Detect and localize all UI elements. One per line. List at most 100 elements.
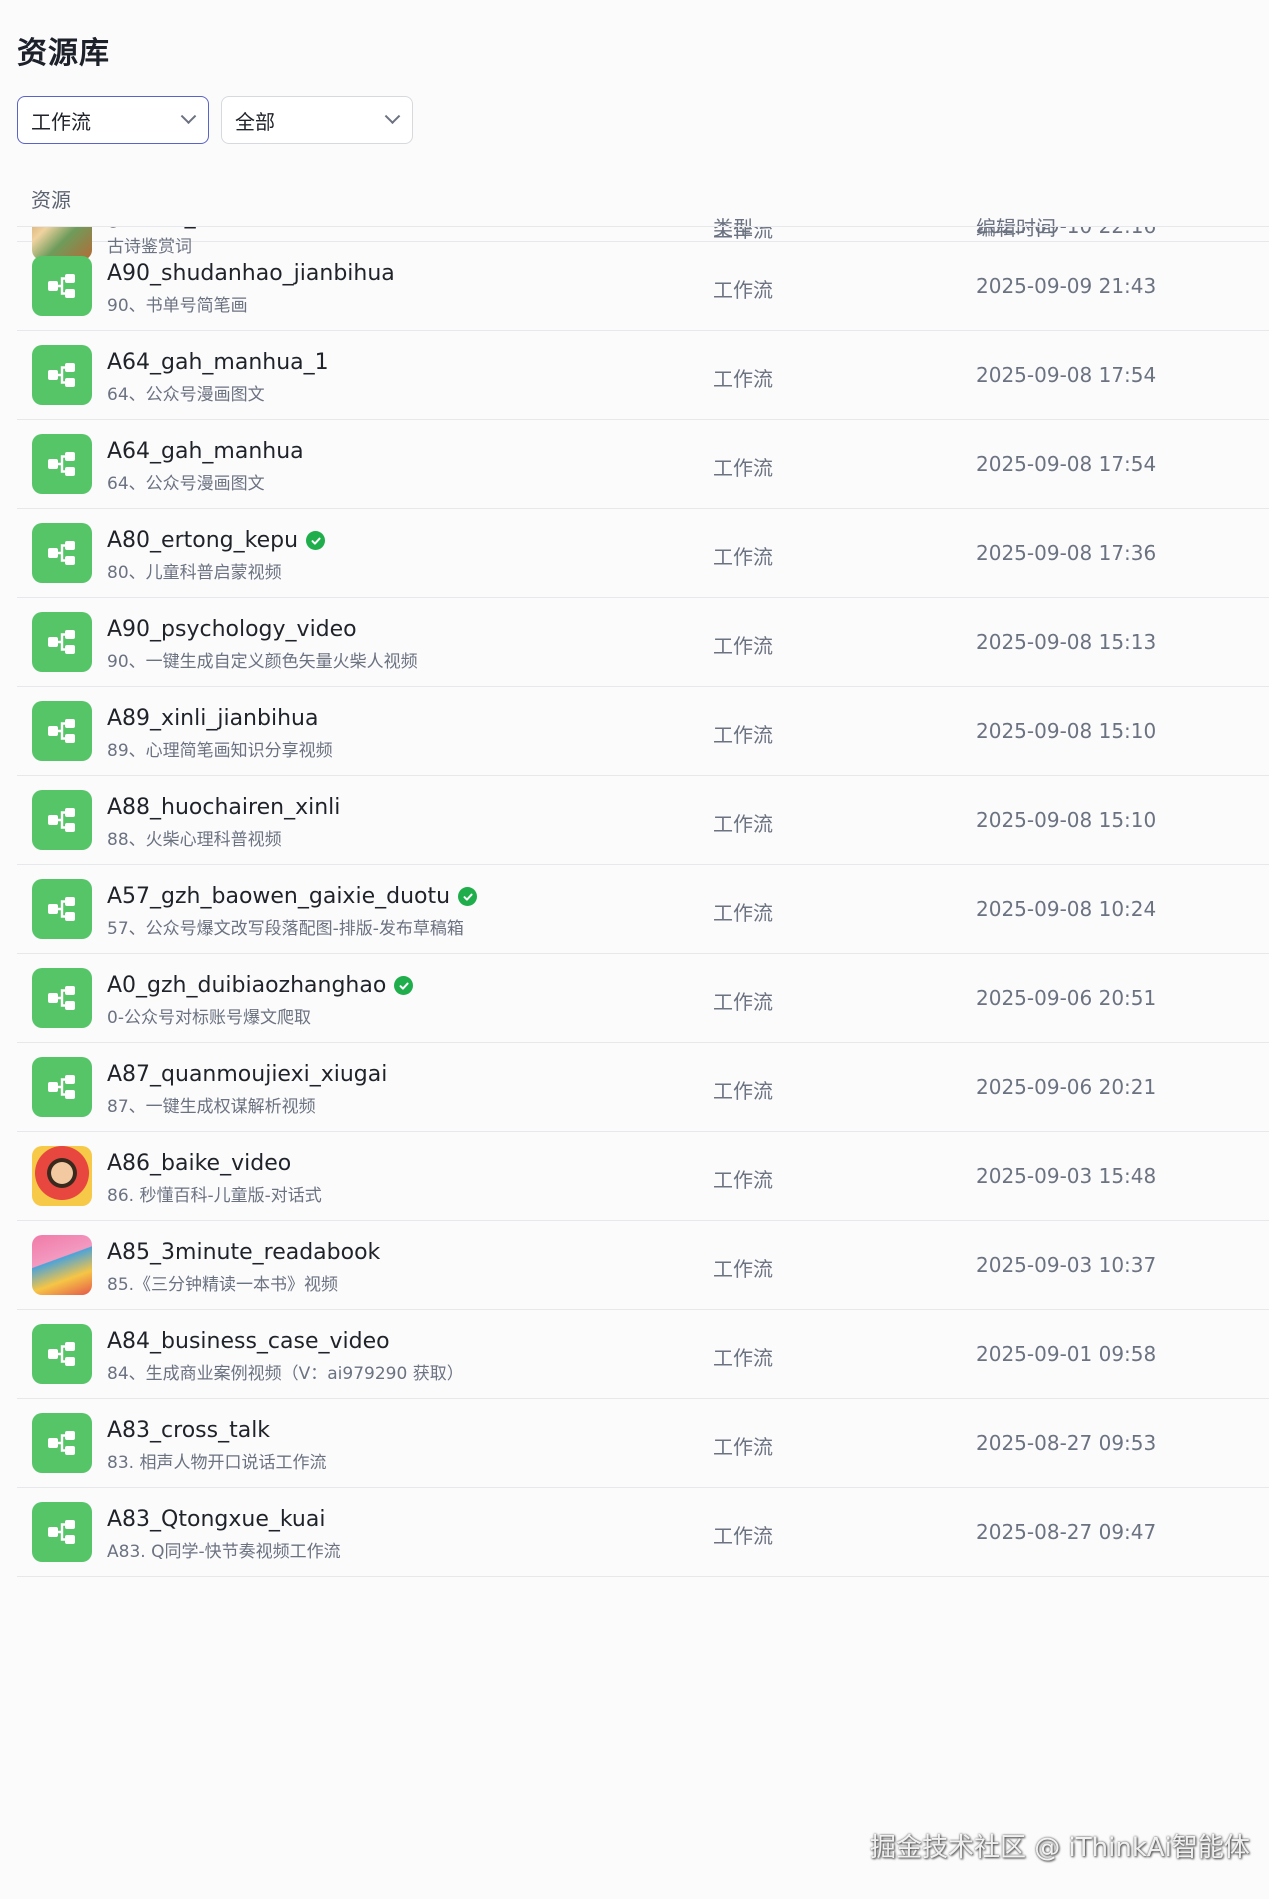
resource-type: 工作流 [713, 634, 773, 658]
edited-time: 2025-09-09 21:43 [976, 274, 1157, 298]
table-row[interactable]: A83_Qtongxue_kuai A83. Q同学-快节奏视频工作流 工作流 202… [17, 1488, 1269, 1577]
table-row[interactable]: A88_huochairen_xinli 88、火柴心理科普视频 工作流 2025-0… [17, 776, 1269, 865]
page-header: 资源库 工作流 全部 资源 类型 编辑时间 [0, 0, 1269, 240]
table-row[interactable]: A90_shudanhao_jianbihua 90、书单号简笔画 工作流 2025-… [17, 242, 1269, 331]
resource-name[interactable]: A83_cross_talk [107, 1418, 270, 1443]
resource-name[interactable]: A64_gah_manhua [107, 439, 304, 464]
edited-time: 2025-09-08 15:10 [976, 719, 1157, 743]
table-row[interactable]: A90_psychology_video 90、一键生成自定义颜色矢量火柴人视频 工… [17, 598, 1269, 687]
page-title: 资源库 [17, 36, 110, 71]
verified-check-icon [458, 887, 478, 906]
resource-name[interactable]: A83_Qtongxue_kuai [107, 1507, 325, 1532]
resource-type: 工作流 [713, 901, 773, 925]
table-row[interactable]: A0_gzh_duibiaozhanghao 0-公众号对标账号爆文爬取 工作流 20… [17, 954, 1269, 1043]
resource-name[interactable]: A89_xinli_jianbihua [107, 706, 318, 731]
workflow-icon [32, 1413, 92, 1473]
resource-description: 89、心理简笔画知识分享视频 [107, 741, 333, 761]
edited-time: 2025-08-27 09:47 [976, 1520, 1157, 1544]
resource-name[interactable]: A88_huochairen_xinli [107, 795, 340, 820]
verified-check-icon [306, 531, 326, 550]
header-divider [17, 226, 1269, 227]
edited-time: 2025-08-27 09:53 [976, 1431, 1157, 1455]
table-header: 资源 类型 编辑时间 [17, 172, 1269, 240]
resource-name-text: A90_shudanhao_jianbihua [107, 261, 395, 286]
resource-description: A83. Q同学-快节奏视频工作流 [107, 1542, 341, 1562]
resource-name-text: A80_ertong_kepu [107, 528, 299, 553]
resource-name-text: A0_gzh_duibiaozhanghao [107, 973, 387, 998]
scope-filter-select[interactable]: 全部 [221, 96, 413, 144]
resource-name-text: A83_cross_talk [107, 1418, 271, 1443]
workflow-icon [32, 879, 92, 939]
table-row[interactable]: A83_cross_talk 83. 相声人物开口说话工作流 工作流 2025-08-… [17, 1399, 1269, 1488]
table-row[interactable]: A80_ertong_kepu 80、儿童科普启蒙视频 工作流 2025-09-08 … [17, 509, 1269, 598]
resource-description: 57、公众号爆文改写段落配图-排版-发布草稿箱 [107, 919, 464, 939]
workflow-icon [32, 968, 92, 1028]
edited-time: 2025-09-08 17:36 [976, 541, 1157, 565]
resource-type: 工作流 [713, 278, 773, 302]
resource-type: 工作流 [713, 367, 773, 391]
resource-type: 工作流 [713, 456, 773, 480]
resource-description: 80、儿童科普启蒙视频 [107, 563, 282, 583]
resource-name[interactable]: A85_3minute_readabook [107, 1240, 380, 1265]
edited-time: 2025-09-08 17:54 [976, 452, 1157, 476]
resource-name[interactable]: A90_psychology_video [107, 617, 357, 642]
workflow-icon [32, 345, 92, 405]
column-header-resource: 资源 [31, 188, 71, 212]
table-row[interactable]: A84_business_case_video 84、生成商业案例视频（V：ai9… [17, 1310, 1269, 1399]
edited-time: 2025-09-08 17:54 [976, 363, 1157, 387]
resource-description: 0-公众号对标账号爆文爬取 [107, 1008, 311, 1028]
resource-description: 64、公众号漫画图文 [107, 385, 265, 405]
resource-name[interactable]: A64_gah_manhua_1 [107, 350, 329, 375]
table-row[interactable]: A87_quanmoujiexi_xiugai 87、一键生成权谋解析视频 工作流 2… [17, 1043, 1269, 1132]
resource-name-text: A64_gah_manhua_1 [107, 350, 329, 375]
workflow-icon [32, 434, 92, 494]
resource-description: 87、一键生成权谋解析视频 [107, 1097, 316, 1117]
table-row[interactable]: A57_gzh_baowen_gaixie_duotu 57、公众号爆文改写段落配… [17, 865, 1269, 954]
resource-type: 工作流 [713, 723, 773, 747]
table-row[interactable]: A64_gah_manhua_1 64、公众号漫画图文 工作流 2025-09-08 … [17, 331, 1269, 420]
resource-name-text: A89_xinli_jianbihua [107, 706, 319, 731]
watermark: 掘金技术社区 @ iThinkAi智能体 [870, 1833, 1250, 1863]
type-filter-value: 工作流 [31, 109, 91, 134]
resource-description: 85.《三分钟精读一本书》视频 [107, 1275, 339, 1295]
resource-name[interactable]: A87_quanmoujiexi_xiugai [107, 1062, 387, 1087]
resource-name[interactable]: A86_baike_video [107, 1151, 291, 1176]
edited-time: 2025-09-08 10:24 [976, 897, 1157, 921]
resource-name[interactable]: A80_ertong_kepu [107, 528, 326, 553]
workflow-icon [32, 1502, 92, 1562]
workflow-icon [32, 790, 92, 850]
resource-name[interactable]: A0_gzh_duibiaozhanghao [107, 973, 414, 998]
resource-type: 工作流 [713, 990, 773, 1014]
resource-type: 工作流 [713, 545, 773, 569]
resource-type: 工作流 [713, 1168, 773, 1192]
resource-description: 90、一键生成自定义颜色矢量火柴人视频 [107, 652, 418, 672]
resource-type: 工作流 [713, 1435, 773, 1459]
resource-name-text: A57_gzh_baowen_gaixie_duotu [107, 884, 451, 909]
workflow-icon [32, 1324, 92, 1384]
edited-time: 2025-09-08 15:13 [976, 630, 1157, 654]
type-filter-select[interactable]: 工作流 [17, 96, 209, 144]
resource-name-text: A90_psychology_video [107, 617, 357, 642]
resource-name-text: A83_Qtongxue_kuai [107, 1507, 326, 1532]
resource-type: 工作流 [713, 1079, 773, 1103]
chevron-down-icon [384, 107, 401, 124]
resource-type: 工作流 [713, 1524, 773, 1548]
table-row[interactable]: A89_xinli_jianbihua 89、心理简笔画知识分享视频 工作流 2025… [17, 687, 1269, 776]
resource-name[interactable]: A90_shudanhao_jianbihua [107, 261, 395, 286]
table-row[interactable]: A64_gah_manhua 64、公众号漫画图文 工作流 2025-09-08 17… [17, 420, 1269, 509]
workflow-icon [32, 1057, 92, 1117]
resource-name[interactable]: A57_gzh_baowen_gaixie_duotu [107, 884, 478, 909]
resource-type: 工作流 [713, 812, 773, 836]
edited-time: 2025-09-06 20:51 [976, 986, 1157, 1010]
edited-time: 2025-09-01 09:58 [976, 1342, 1157, 1366]
edited-time: 2025-09-06 20:21 [976, 1075, 1157, 1099]
table-row[interactable]: A85_3minute_readabook 85.《三分钟精读一本书》视频 工作流 2… [17, 1221, 1269, 1310]
workflow-icon [32, 612, 92, 672]
table-row[interactable]: A86_baike_video 86. 秒懂百科-儿童版-对话式 工作流 2025-0… [17, 1132, 1269, 1221]
workflow-icon [32, 701, 92, 761]
verified-check-icon [394, 976, 414, 995]
book-thumbnail [32, 1235, 92, 1295]
resource-name-text: A88_huochairen_xinli [107, 795, 341, 820]
resource-type: 工作流 [713, 1257, 773, 1281]
resource-name[interactable]: A84_business_case_video [107, 1329, 390, 1354]
